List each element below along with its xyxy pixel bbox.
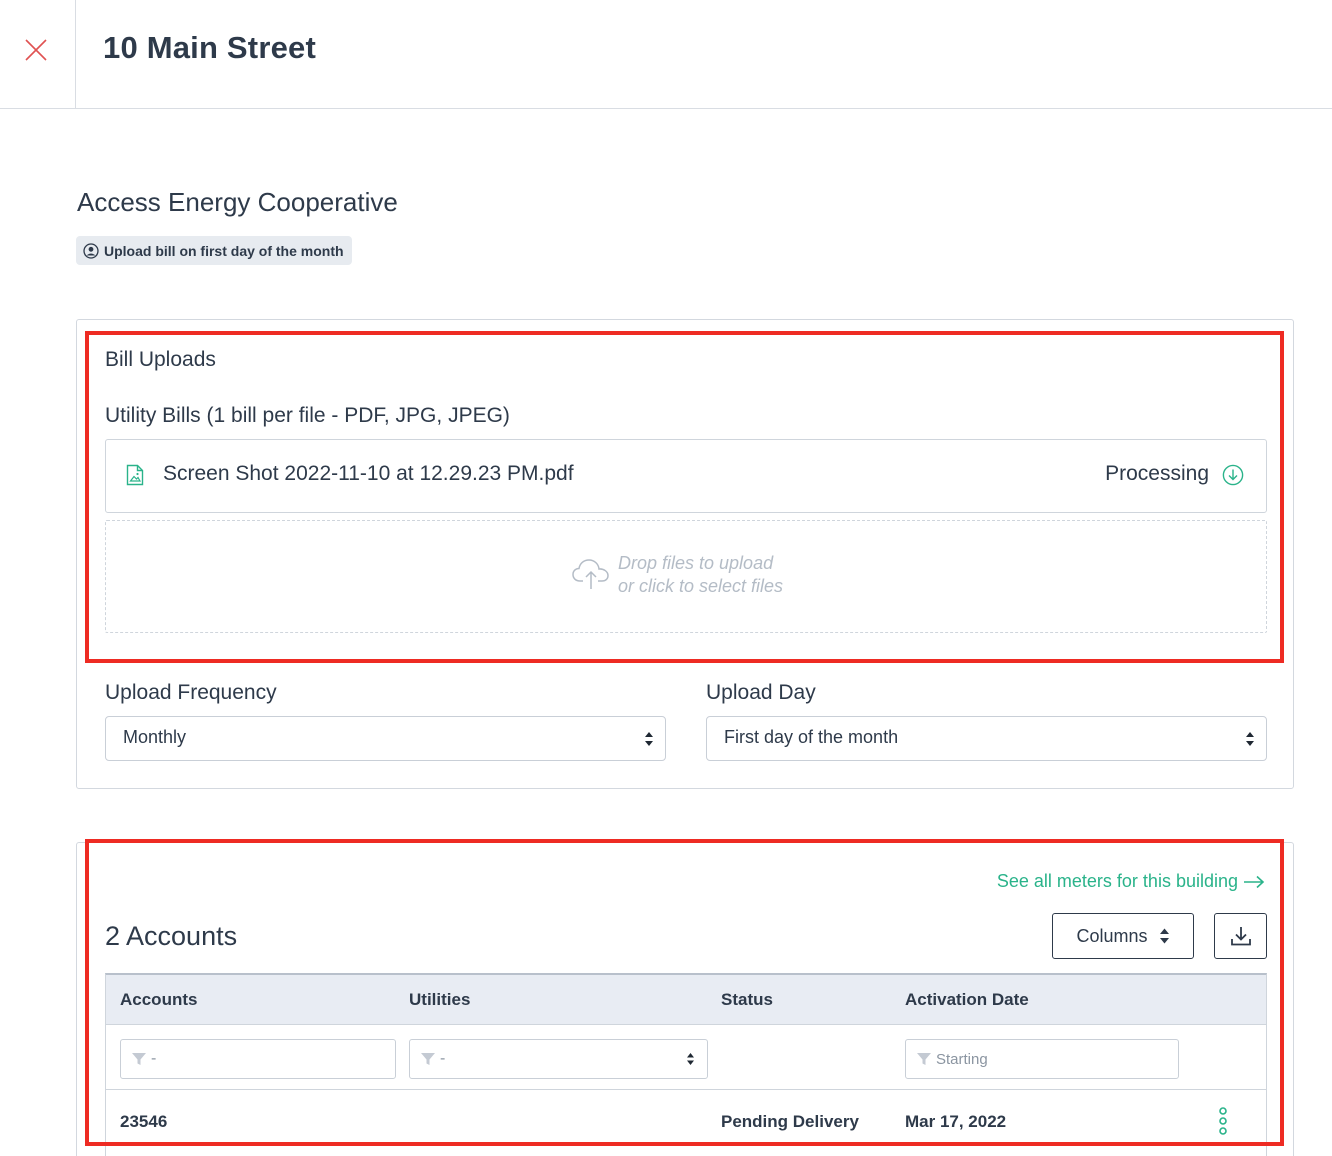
select-arrows-icon [645, 732, 653, 746]
file-dropzone[interactable]: Drop files to upload or click to select … [105, 520, 1267, 633]
badge-label: Upload bill on first day of the month [104, 242, 344, 259]
arrow-right-icon [1244, 875, 1265, 888]
file-status: Processing [1105, 462, 1209, 485]
accounts-count-title: 2 Accounts [105, 921, 238, 951]
utilities-filter-value: - [440, 1050, 446, 1067]
row-actions-kebab-icon[interactable] [1217, 1107, 1229, 1137]
select-arrows-icon [687, 1053, 694, 1065]
cloud-upload-icon [572, 559, 609, 589]
filter-icon [917, 1053, 931, 1065]
cell-account: 23546 [120, 1112, 168, 1131]
user-circle-icon [83, 242, 99, 259]
file-name: Screen Shot 2022-11-10 at 12.29.23 PM.pd… [163, 462, 574, 485]
image-file-icon [126, 464, 144, 486]
accounts-card: See all meters for this building 2 Accou… [76, 842, 1294, 1156]
dropzone-line-2: or click to select files [618, 576, 784, 596]
upload-day-value: First day of the month [724, 727, 899, 747]
page-title: 10 Main Street [103, 30, 316, 65]
uploaded-file-row: Screen Shot 2022-11-10 at 12.29.23 PM.pd… [105, 439, 1267, 513]
filter-icon [132, 1053, 146, 1065]
download-icon [1230, 927, 1251, 946]
utilities-filter-select[interactable]: - [409, 1039, 708, 1079]
header-utilities[interactable]: Utilities [409, 990, 470, 1010]
bill-uploads-title: Bill Uploads [105, 348, 216, 371]
activation-date-filter-value: Starting [936, 1050, 988, 1068]
upload-day-label: Upload Day [706, 681, 816, 704]
see-all-meters-link[interactable]: See all meters for this building [997, 871, 1265, 892]
download-circle-icon[interactable] [1222, 464, 1244, 486]
accounts-filter-input[interactable]: - [120, 1039, 396, 1079]
columns-button[interactable]: Columns [1052, 913, 1194, 959]
export-download-button[interactable] [1214, 913, 1267, 959]
dropzone-line-1: Drop files to upload [618, 553, 774, 573]
upload-frequency-label: Upload Frequency [105, 681, 277, 704]
table-row[interactable]: 23546 Pending Delivery Mar 17, 2022 [106, 1090, 1266, 1152]
top-bar: 10 Main Street [0, 0, 1332, 109]
provider-name: Access Energy Cooperative [77, 187, 398, 217]
header-accounts[interactable]: Accounts [120, 990, 197, 1010]
utility-bills-label: Utility Bills (1 bill per file - PDF, JP… [105, 404, 510, 427]
filter-icon [421, 1053, 435, 1065]
close-icon[interactable] [24, 38, 48, 62]
sort-arrows-icon [1159, 928, 1169, 944]
upload-frequency-select[interactable]: Monthly [105, 716, 666, 761]
cell-activation-date: Mar 17, 2022 [905, 1112, 1007, 1131]
upload-schedule-badge: Upload bill on first day of the month [76, 236, 352, 265]
close-button[interactable] [0, 0, 76, 108]
accounts-table: Accounts Utilities Status Activation Dat… [105, 973, 1267, 1156]
filter-row: - - Starting [106, 1025, 1266, 1090]
cell-status: Pending Delivery [721, 1112, 859, 1131]
activation-date-filter-input[interactable]: Starting [905, 1039, 1179, 1079]
columns-button-label: Columns [1076, 925, 1148, 946]
upload-frequency-value: Monthly [123, 727, 187, 747]
upload-day-select[interactable]: First day of the month [706, 716, 1267, 761]
accounts-filter-value: - [151, 1050, 157, 1067]
header-activation-date[interactable]: Activation Date [905, 990, 1029, 1010]
bill-uploads-card: Bill Uploads Utility Bills (1 bill per f… [76, 319, 1294, 789]
see-all-meters-label: See all meters for this building [996, 871, 1238, 891]
table-header: Accounts Utilities Status Activation Dat… [106, 975, 1266, 1025]
select-arrows-icon [1246, 732, 1254, 746]
dropzone-text: Drop files to upload or click to select … [618, 552, 783, 598]
header-status[interactable]: Status [721, 990, 773, 1010]
